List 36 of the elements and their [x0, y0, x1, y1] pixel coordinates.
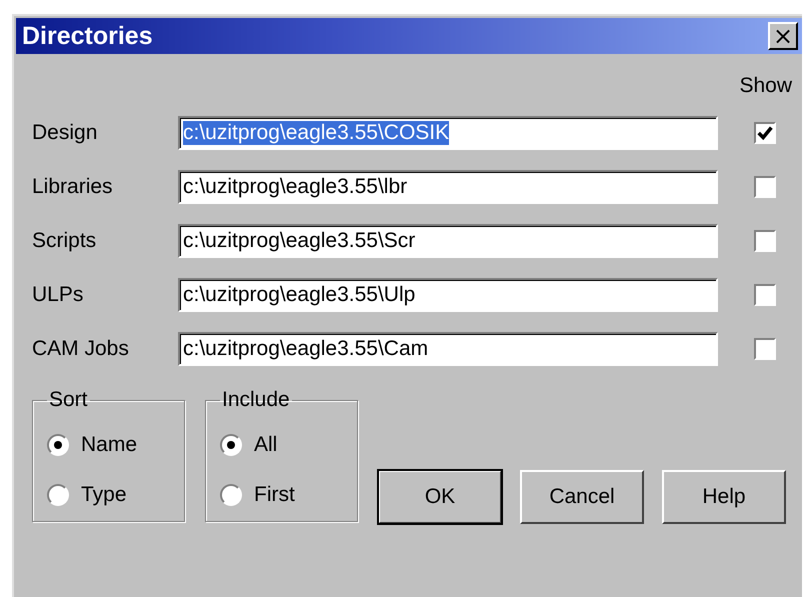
radio-label: Name	[81, 433, 138, 457]
checkbox[interactable]	[754, 284, 776, 306]
checkbox[interactable]	[754, 122, 776, 144]
input-field[interactable]: c:\uzitprog\eagle3.55\COSIK	[178, 116, 718, 150]
radio-label: Type	[81, 483, 127, 507]
field-value: c:\uzitprog\eagle3.55\COSIK	[183, 121, 450, 145]
field-value: c:\uzitprog\eagle3.55\Ulp	[183, 283, 416, 307]
field-value: c:\uzitprog\eagle3.55\lbr	[183, 175, 408, 199]
column-header: Show	[739, 74, 792, 98]
radio-button[interactable]	[47, 434, 69, 456]
radio-label: All	[254, 433, 278, 457]
dialog-button[interactable]: Cancel	[520, 470, 644, 524]
radio-button[interactable]	[220, 434, 242, 456]
field-label: Libraries	[32, 175, 114, 199]
group-title: Sort	[48, 388, 89, 412]
checkbox[interactable]	[754, 176, 776, 198]
field-label: CAM Jobs	[32, 337, 130, 361]
field-label: Design	[32, 121, 98, 145]
input-field[interactable]: c:\uzitprog\eagle3.55\Cam	[178, 332, 718, 366]
field-value: c:\uzitprog\eagle3.55\Scr	[183, 229, 416, 253]
input-field[interactable]: c:\uzitprog\eagle3.55\Ulp	[178, 278, 718, 312]
checkbox[interactable]	[754, 338, 776, 360]
radio-label: First	[254, 483, 295, 507]
input-field[interactable]: c:\uzitprog\eagle3.55\lbr	[178, 170, 718, 204]
close-button[interactable]: ×	[768, 22, 798, 50]
dialog-button[interactable]: Help	[662, 470, 786, 524]
checkbox[interactable]	[754, 230, 776, 252]
input-field[interactable]: c:\uzitprog\eagle3.55\Scr	[178, 224, 718, 258]
window-title: Directories	[22, 22, 153, 50]
group-title: Include	[221, 388, 291, 412]
dialog-button[interactable]: OK	[378, 470, 502, 524]
radio-button[interactable]	[220, 484, 242, 506]
field-value: c:\uzitprog\eagle3.55\Cam	[183, 337, 428, 361]
field-label: Scripts	[32, 229, 98, 253]
radio-button[interactable]	[47, 484, 69, 506]
field-label: ULPs	[32, 283, 84, 307]
